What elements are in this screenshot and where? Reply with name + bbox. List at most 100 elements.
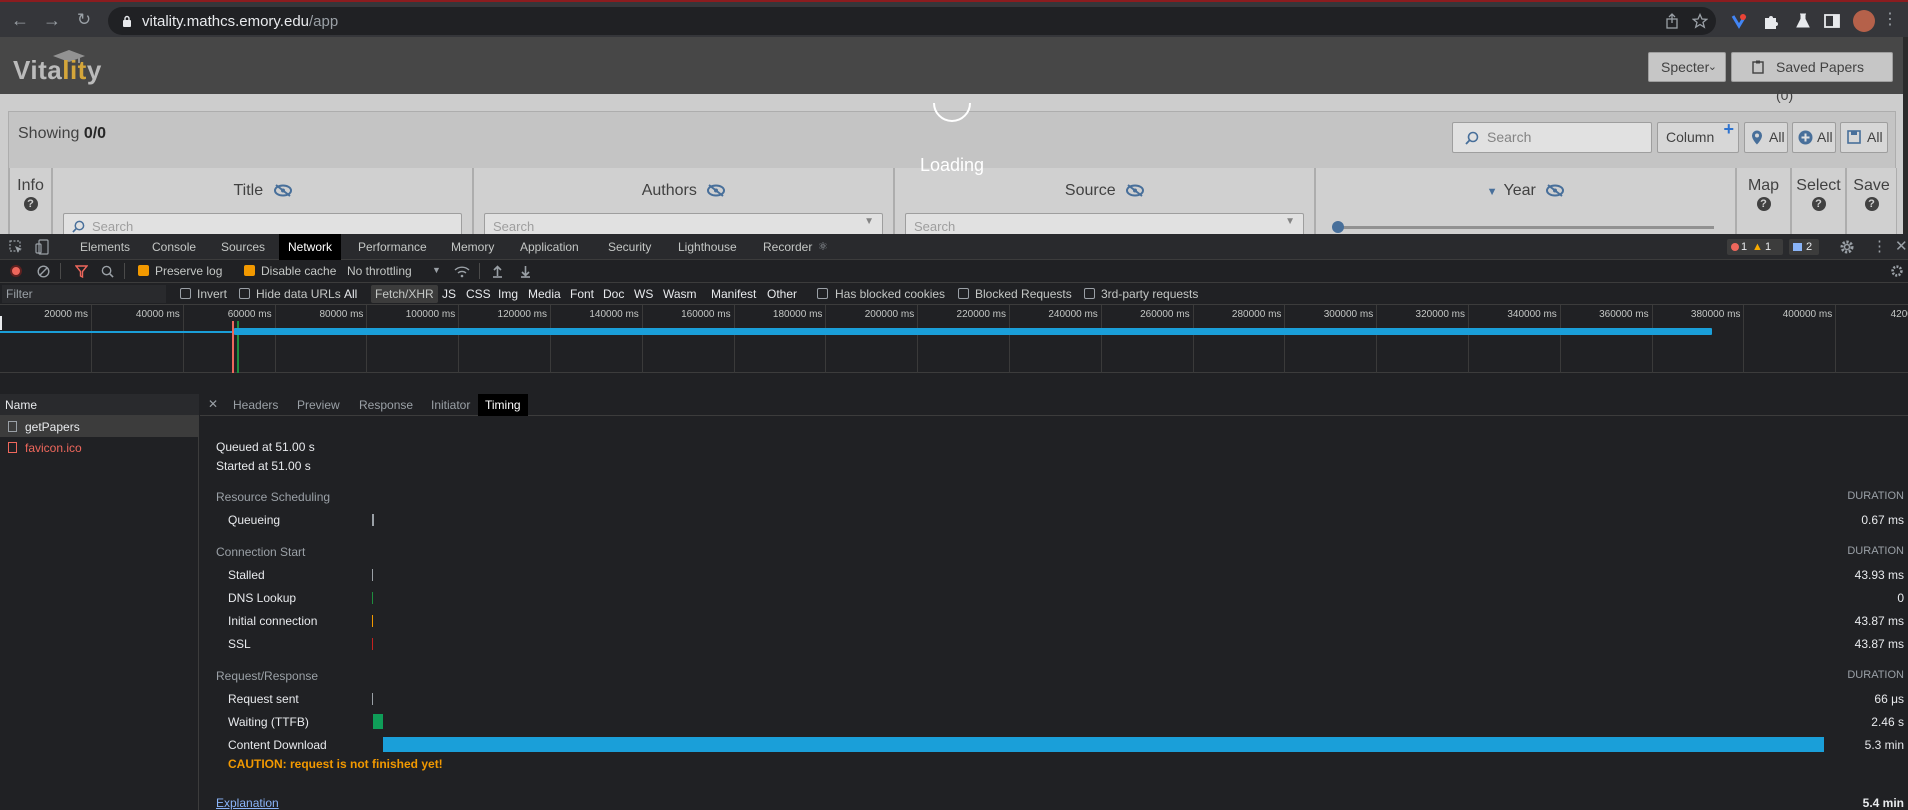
devtools-tab-sources[interactable]: Sources bbox=[212, 234, 274, 260]
devtools-tab-elements[interactable]: Elements bbox=[71, 234, 139, 260]
type-filter-manifest[interactable]: Manifest bbox=[711, 287, 756, 301]
type-filter-all[interactable]: All bbox=[344, 287, 357, 301]
devtools-tab-lighthouse[interactable]: Lighthouse bbox=[669, 234, 746, 260]
year-range-slider[interactable] bbox=[1338, 226, 1714, 229]
detail-tab-response[interactable]: Response bbox=[352, 394, 420, 416]
global-search-input[interactable]: Search bbox=[1452, 122, 1652, 153]
message-badge[interactable]: 2 bbox=[1789, 239, 1819, 255]
side-panel-icon[interactable] bbox=[1823, 12, 1841, 30]
throttling-select[interactable]: No throttling ▼ bbox=[347, 260, 441, 282]
select-all-button[interactable]: All bbox=[1792, 122, 1836, 153]
page-scrollbar[interactable] bbox=[1903, 37, 1908, 234]
devtools-tab-recorder[interactable]: Recorder bbox=[754, 234, 821, 260]
preserve-log-checkbox[interactable] bbox=[138, 265, 149, 276]
network-settings-gear-icon[interactable] bbox=[1890, 264, 1904, 278]
saved-papers-button[interactable]: Saved Papers (0) bbox=[1731, 52, 1893, 103]
embedding-select[interactable]: Specter ⌄ bbox=[1648, 52, 1726, 82]
type-filter-fetchxhr[interactable]: Fetch/XHR bbox=[371, 285, 438, 303]
timeline-start-handle[interactable] bbox=[0, 316, 2, 330]
back-arrow-icon[interactable]: ← bbox=[10, 10, 30, 30]
timeline-tick-label: 120000 ms bbox=[497, 309, 547, 320]
clear-icon[interactable] bbox=[37, 265, 50, 278]
column-button[interactable]: Column + bbox=[1657, 119, 1739, 153]
address-bar[interactable]: vitality.mathcs.emory.edu/app bbox=[108, 7, 1716, 35]
network-filter-input[interactable]: Filter bbox=[2, 285, 166, 303]
network-overview-timeline[interactable]: 20000 ms 40000 ms 60000 ms 80000 ms 100000 m… bbox=[0, 305, 1908, 373]
device-toolbar-icon[interactable] bbox=[35, 239, 49, 255]
third-party-checkbox[interactable] bbox=[1084, 288, 1095, 299]
gear-icon[interactable] bbox=[1839, 239, 1855, 255]
help-icon[interactable]: ? bbox=[1864, 197, 1879, 211]
devtools-tab-application[interactable]: Application bbox=[511, 234, 588, 260]
filter-icon[interactable] bbox=[75, 265, 88, 278]
kebab-menu-icon[interactable]: ⋮ bbox=[1880, 10, 1900, 30]
reload-icon[interactable]: ↻ bbox=[74, 10, 94, 30]
eye-slash-icon[interactable] bbox=[1126, 184, 1145, 197]
disable-cache-checkbox[interactable] bbox=[244, 265, 255, 276]
blocked-requests-checkbox[interactable] bbox=[958, 288, 969, 299]
source-select[interactable]: Search ▼ bbox=[905, 213, 1304, 234]
help-icon[interactable]: ? bbox=[1756, 197, 1771, 211]
export-har-icon[interactable] bbox=[520, 264, 531, 278]
bookmark-star-icon[interactable] bbox=[1692, 13, 1708, 29]
detail-tab-timing[interactable]: Timing bbox=[478, 394, 528, 416]
profile-avatar[interactable] bbox=[1853, 10, 1875, 32]
type-filter-font[interactable]: Font bbox=[570, 287, 594, 301]
devtools-tab-security[interactable]: Security bbox=[599, 234, 660, 260]
eye-slash-icon[interactable] bbox=[707, 184, 726, 197]
explanation-link[interactable]: Explanation bbox=[216, 796, 279, 810]
authors-select[interactable]: Search ▼ bbox=[484, 213, 883, 234]
extension-color-icon[interactable] bbox=[1730, 12, 1748, 30]
request-name: getPapers bbox=[25, 420, 80, 434]
blocked-cookies-checkbox[interactable] bbox=[817, 288, 828, 299]
type-filter-js[interactable]: JS bbox=[442, 287, 456, 301]
timing-bar bbox=[372, 514, 374, 526]
puzzle-extension-icon[interactable] bbox=[1762, 12, 1780, 30]
type-filter-css[interactable]: CSS bbox=[466, 287, 491, 301]
share-icon[interactable] bbox=[1664, 13, 1680, 29]
eye-slash-icon[interactable] bbox=[273, 184, 292, 197]
eye-slash-icon[interactable] bbox=[1546, 184, 1565, 197]
forward-arrow-icon[interactable]: → bbox=[42, 10, 62, 30]
devtools-tab-console[interactable]: Console bbox=[143, 234, 205, 260]
lab-flask-icon[interactable] bbox=[1794, 12, 1812, 30]
inspect-element-icon[interactable] bbox=[9, 240, 23, 254]
detail-tab-preview[interactable]: Preview bbox=[290, 394, 347, 416]
error-icon bbox=[1731, 243, 1739, 251]
help-icon[interactable]: ? bbox=[23, 197, 38, 211]
close-icon[interactable]: ✕ bbox=[1895, 237, 1908, 255]
blocked-cookies-label: Has blocked cookies bbox=[835, 287, 946, 301]
year-slider-handle[interactable] bbox=[1332, 221, 1344, 233]
timeline-tick-label: 40000 ms bbox=[135, 309, 180, 320]
title-search-input[interactable]: Search bbox=[63, 213, 462, 234]
save-all-button[interactable]: All bbox=[1840, 122, 1888, 153]
invert-checkbox[interactable] bbox=[180, 288, 191, 299]
type-filter-ws[interactable]: WS bbox=[634, 287, 653, 301]
timeline-tick-label: 340000 ms bbox=[1507, 309, 1557, 320]
hide-data-urls-checkbox[interactable] bbox=[239, 288, 250, 299]
request-row[interactable]: getPapers bbox=[0, 416, 198, 437]
type-filter-img[interactable]: Img bbox=[498, 287, 518, 301]
devtools-tab-network[interactable]: Network bbox=[279, 234, 342, 260]
name-column-header[interactable]: Name bbox=[0, 394, 199, 416]
web-page: Vitality Specter ⌄ Saved Papers (0) Show… bbox=[0, 37, 1908, 234]
request-row[interactable]: favicon.ico bbox=[0, 437, 198, 458]
help-icon[interactable]: ? bbox=[1811, 197, 1826, 211]
close-detail-icon[interactable]: ✕ bbox=[208, 397, 218, 411]
devtools-tab-memory[interactable]: Memory bbox=[442, 234, 503, 260]
search-icon[interactable] bbox=[101, 265, 114, 278]
issue-badges[interactable]: 1 ▲ 1 bbox=[1727, 239, 1783, 255]
sort-down-icon[interactable]: ▼ bbox=[1487, 186, 1498, 198]
more-options-icon[interactable]: ⋮ bbox=[1872, 237, 1887, 255]
type-filter-wasm[interactable]: Wasm bbox=[663, 287, 697, 301]
map-all-button[interactable]: All bbox=[1744, 122, 1788, 153]
detail-tab-initiator[interactable]: Initiator bbox=[424, 394, 477, 416]
network-conditions-icon[interactable] bbox=[454, 265, 470, 278]
type-filter-doc[interactable]: Doc bbox=[603, 287, 624, 301]
type-filter-other[interactable]: Other bbox=[767, 287, 797, 301]
import-har-icon[interactable] bbox=[492, 264, 503, 278]
record-icon[interactable] bbox=[10, 265, 22, 277]
devtools-tab-performance[interactable]: Performance bbox=[349, 234, 436, 260]
type-filter-media[interactable]: Media bbox=[528, 287, 561, 301]
detail-tab-headers[interactable]: Headers bbox=[226, 394, 285, 416]
